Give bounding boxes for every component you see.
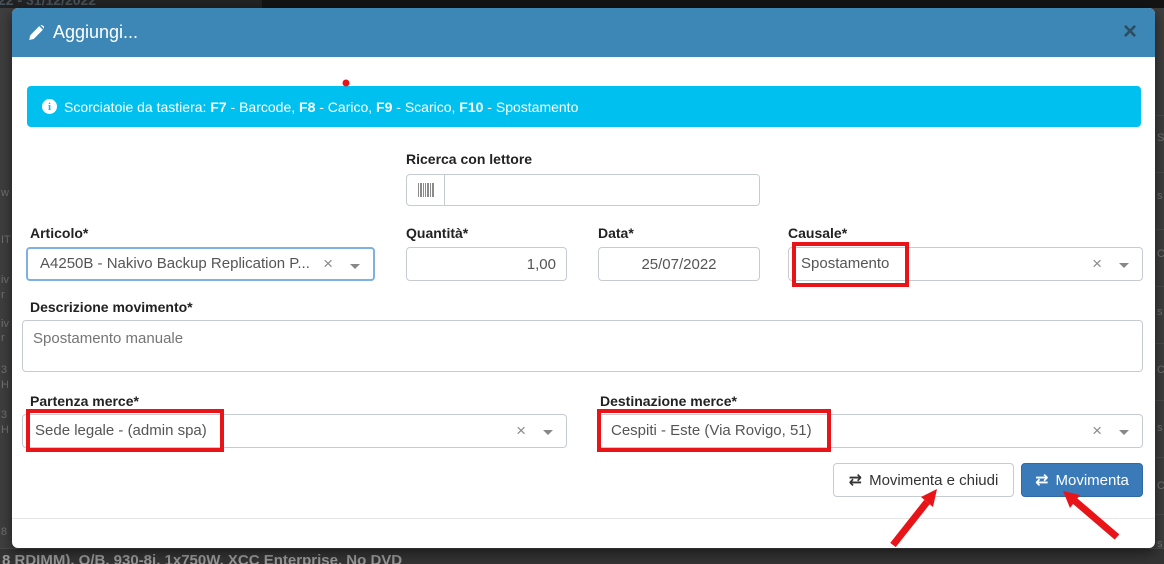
exchange-icon: ⇄ — [1035, 470, 1048, 490]
chevron-down-icon[interactable] — [1119, 263, 1129, 268]
destinazione-select[interactable]: Cespiti - Este (Via Rovigo, 51) × — [598, 414, 1143, 448]
destinazione-label: Destinazione merce* — [600, 393, 737, 409]
background-text-fragment: iv — [1, 274, 9, 286]
background-text-fragment: 8 — [1, 526, 7, 538]
footer-divider — [12, 518, 1155, 519]
backdrop-top: 22 - 31/12/2022 — [0, 0, 1164, 8]
partenza-select[interactable]: Sede legale - (admin spa) × — [22, 414, 567, 448]
background-table-row-text: 8 RDIMM), O/B, 930-8i, 1x750W, XCC Enter… — [2, 552, 402, 564]
background-text-fragment: s — [1157, 190, 1163, 202]
background-daterange-text: 22 - 31/12/2022 — [0, 0, 96, 8]
descrizione-label: Descrizione movimento* — [30, 299, 193, 315]
data-input[interactable] — [598, 247, 760, 281]
background-text-fragment: H — [1, 379, 9, 391]
exchange-icon: ⇄ — [849, 470, 862, 490]
background-text-fragment: s — [1157, 422, 1163, 434]
descrizione-textarea[interactable]: Spostamento manuale — [22, 320, 1143, 372]
backdrop-left: w IT iv r iv r 3 H 3 H 8 — [0, 8, 12, 564]
barcode-search-input[interactable] — [445, 175, 759, 205]
pencil-icon — [28, 25, 44, 41]
articolo-label: Articolo* — [30, 225, 88, 241]
background-text-fragment: IT — [1, 234, 11, 246]
quantita-label: Quantità* — [406, 225, 468, 241]
clear-icon[interactable]: × — [516, 415, 526, 447]
partenza-label: Partenza merce* — [30, 393, 139, 409]
background-text-fragment: S — [1157, 132, 1164, 144]
quantita-input[interactable] — [406, 247, 567, 281]
causale-value: Spostamento — [801, 255, 889, 272]
clear-icon[interactable]: × — [1092, 248, 1102, 280]
shortcuts-text: Scorciatoie da tastiera: F7 - Barcode, F… — [64, 99, 578, 115]
background-text-fragment: s — [1157, 306, 1163, 318]
causale-label: Causale* — [788, 225, 847, 241]
keyboard-shortcuts-bar: i Scorciatoie da tastiera: F7 - Barcode,… — [27, 86, 1141, 127]
modal-title-text: Aggiungi... — [53, 22, 138, 43]
screen: 22 - 31/12/2022 wITivrivr3H3H8 SsCsCsCs … — [0, 0, 1164, 564]
background-text-fragment: H — [1, 424, 9, 436]
movimenta-e-chiudi-button[interactable]: ⇄ Movimenta e chiudi — [833, 463, 1014, 497]
info-icon: i — [42, 99, 57, 114]
destinazione-value: Cespiti - Este (Via Rovigo, 51) — [611, 422, 812, 439]
barcode-search-group — [406, 174, 760, 206]
clear-icon[interactable]: × — [1092, 415, 1102, 447]
causale-select[interactable]: Spostamento × — [788, 247, 1143, 281]
background-text-fragment: C — [1157, 480, 1164, 492]
background-text-fragment: w — [1, 187, 9, 199]
close-icon[interactable]: × — [1121, 18, 1139, 46]
background-text-fragment: iv — [1, 318, 9, 330]
background-text-fragment: C — [1157, 364, 1164, 376]
barcode-icon — [407, 175, 445, 205]
clear-icon[interactable]: × — [323, 249, 333, 279]
movimenta-button[interactable]: ⇄ Movimenta — [1021, 463, 1143, 497]
partenza-value: Sede legale - (admin spa) — [35, 422, 207, 439]
backdrop-bottom: 8 RDIMM), O/B, 930-8i, 1x750W, XCC Enter… — [0, 548, 1164, 564]
modal-header: Aggiungi... × — [12, 8, 1155, 57]
background-text-fragment: 3 — [1, 364, 7, 376]
modal-title: Aggiungi... — [28, 8, 138, 57]
backdrop-right: SsCsCsCs — [1155, 8, 1164, 564]
background-text-fragment: C — [1157, 248, 1164, 260]
add-movement-modal: Aggiungi... × i Scorciatoie da tastiera:… — [12, 8, 1155, 548]
articolo-value: A4250B - Nakivo Backup Replication P... — [40, 255, 310, 272]
background-text-fragment: 3 — [1, 409, 7, 421]
chevron-down-icon[interactable] — [1119, 430, 1129, 435]
data-label: Data* — [598, 225, 634, 241]
chevron-down-icon[interactable] — [543, 430, 553, 435]
background-text-fragment: r — [1, 332, 5, 344]
barcode-search-label: Ricerca con lettore — [406, 151, 532, 167]
chevron-down-icon[interactable] — [350, 264, 360, 269]
background-text-fragment: r — [1, 289, 5, 301]
articolo-select[interactable]: A4250B - Nakivo Backup Replication P... … — [26, 247, 375, 281]
